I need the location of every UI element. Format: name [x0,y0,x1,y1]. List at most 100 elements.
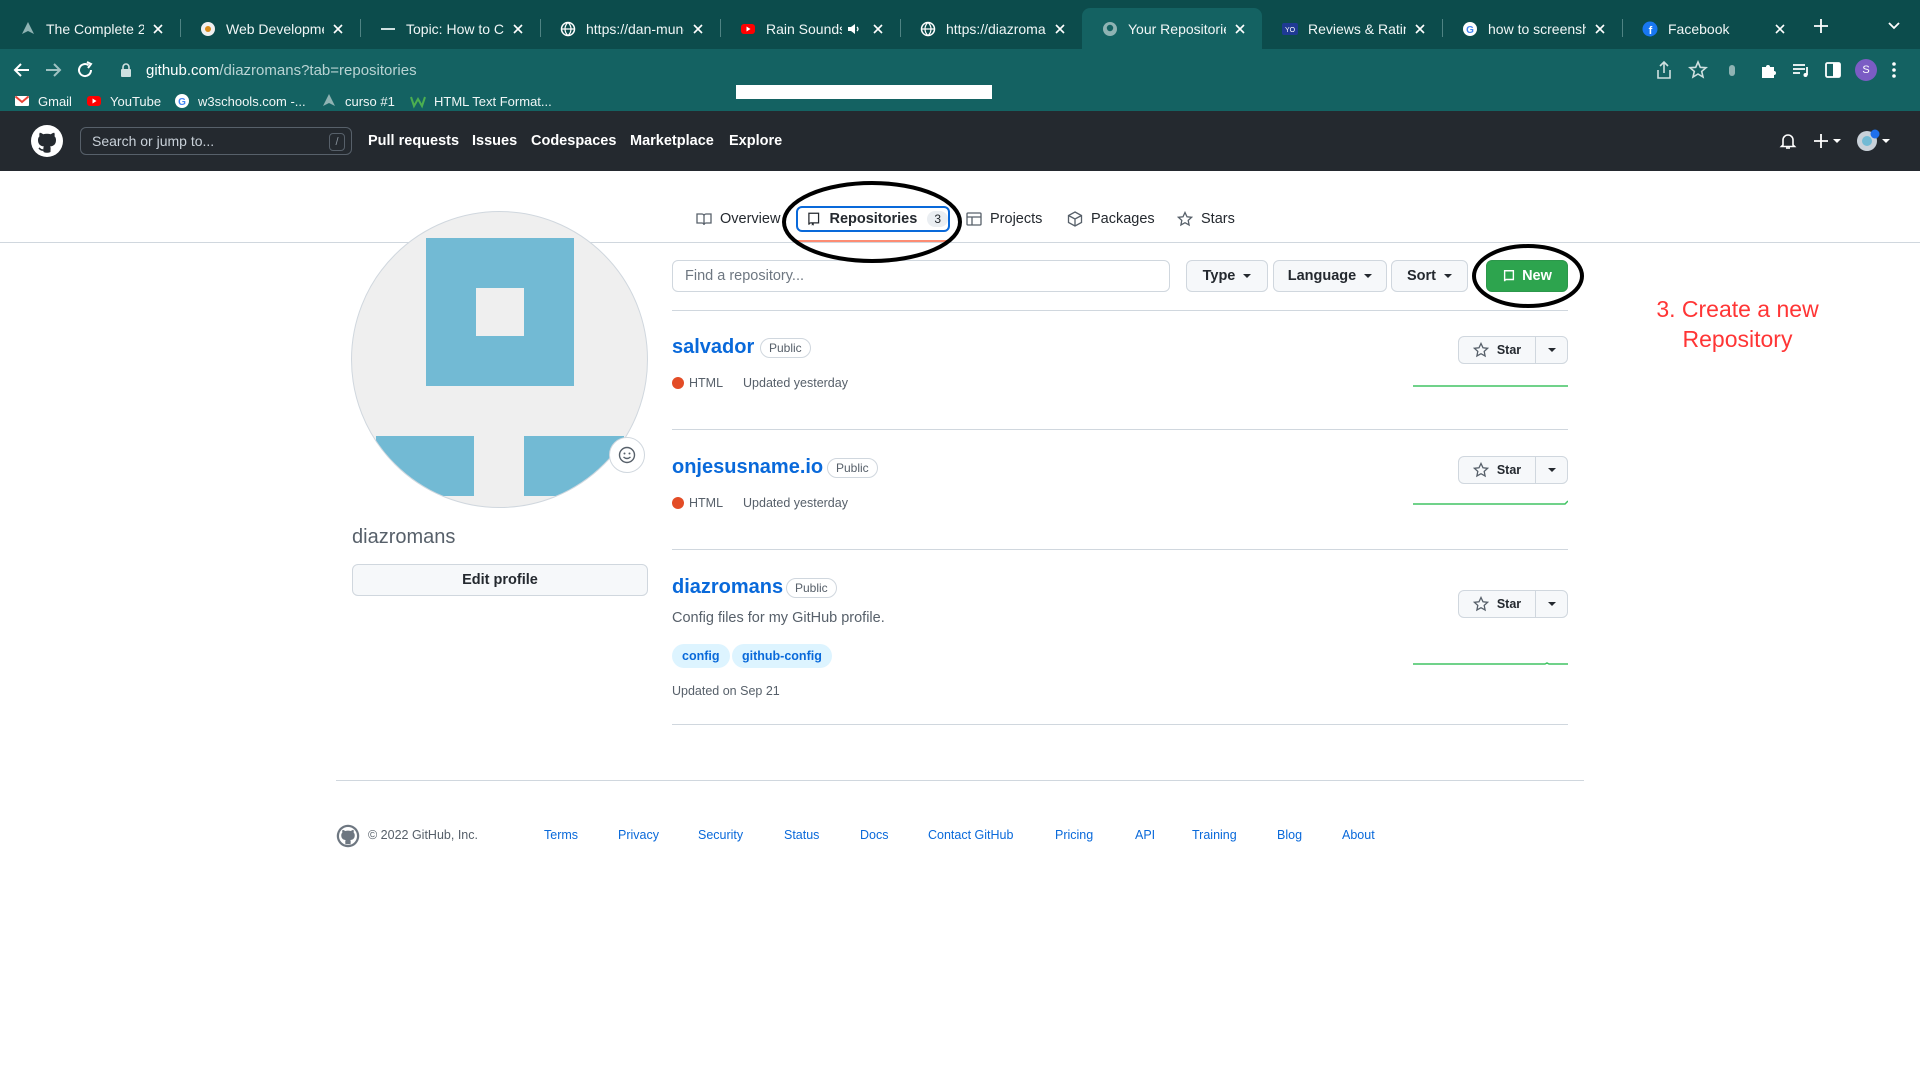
footer-link-api[interactable]: API [1135,828,1155,842]
topic-tag[interactable]: config [672,644,730,668]
browser-tab[interactable]: G how to screenshot o [1442,8,1623,49]
footer-link-privacy[interactable]: Privacy [618,828,659,842]
type-filter-button[interactable]: Type [1186,260,1268,292]
forward-arrow-icon[interactable] [42,59,64,81]
star-list-dropdown[interactable] [1536,337,1567,363]
github-search-input[interactable]: Search or jump to... / [80,127,352,155]
close-tab-icon[interactable] [1232,21,1248,37]
edit-profile-button[interactable]: Edit profile [352,564,648,596]
bookmark-html-text-format[interactable]: HTML Text Format... [410,91,552,111]
close-tab-icon[interactable] [510,21,526,37]
browser-tab[interactable]: The Complete 2022 Web Developm [0,8,181,49]
browser-tab[interactable]: Web Development Course [180,8,361,49]
bookmark-gmail[interactable]: Gmail [14,91,72,111]
browser-tab[interactable]: https://diazromans.g [900,8,1082,49]
topic-tag[interactable]: github-config [732,644,832,668]
keyboard-shortcut-hint: / [329,133,345,151]
browser-profile-avatar[interactable]: S [1855,59,1877,81]
svg-text:f: f [1649,25,1653,37]
github-header: Search or jump to... / Pull requests Iss… [0,111,1920,171]
browser-menu-icon[interactable] [1887,59,1901,81]
bookmark-youtube[interactable]: YouTube [86,91,161,111]
globe-icon [560,21,576,36]
google-icon: G [1463,21,1477,36]
browser-tab-active[interactable]: Your Repositories [1082,8,1262,49]
footer-link-blog[interactable]: Blog [1277,828,1302,842]
browser-tab[interactable]: f Facebook [1622,8,1802,49]
close-tab-icon[interactable] [150,21,166,37]
activity-sparkline [1413,662,1568,665]
repo-name-link[interactable]: diazromans [672,576,783,599]
bookmark-w3schools[interactable]: G w3schools.com -... [174,91,306,111]
bookmark-star-icon[interactable] [1687,59,1709,81]
github-logo-icon[interactable] [31,125,63,157]
language-filter-button[interactable]: Language [1273,260,1387,292]
sort-filter-button[interactable]: Sort [1391,260,1468,292]
close-tab-icon[interactable] [1052,21,1068,37]
tab-search-chevron-icon[interactable] [1886,17,1902,33]
media-queue-icon[interactable] [1790,59,1812,81]
footer-link-contact[interactable]: Contact GitHub [928,828,1013,842]
nav-issues[interactable]: Issues [472,133,517,149]
caret-down-icon [1364,274,1373,278]
footer-link-docs[interactable]: Docs [860,828,888,842]
repo-name-link[interactable]: salvador [672,336,754,359]
close-tab-icon[interactable] [1592,21,1608,37]
w-icon [410,96,426,109]
reload-icon[interactable] [74,59,96,81]
github-mark-icon[interactable] [336,824,360,848]
star-button[interactable]: Star [1459,457,1536,483]
tab-overview[interactable]: Overview [696,208,780,230]
extension-icon[interactable] [1726,59,1738,81]
nav-codespaces[interactable]: Codespaces [531,133,616,149]
close-tab-icon[interactable] [870,21,886,37]
footer-link-pricing[interactable]: Pricing [1055,828,1093,842]
new-tab-icon[interactable] [1811,16,1831,36]
speaker-icon[interactable] [846,21,862,37]
repo-name-link[interactable]: onjesusname.io [672,456,823,479]
profile-avatar[interactable] [351,211,648,508]
browser-tab[interactable]: Rain Sounds for [720,8,901,49]
user-avatar-menu[interactable] [1856,129,1890,153]
close-tab-icon[interactable] [690,21,706,37]
table-icon [966,212,982,226]
notifications-bell-icon[interactable] [1778,131,1798,151]
nav-marketplace[interactable]: Marketplace [630,133,714,149]
language-color-dot [672,497,684,509]
star-icon [1472,596,1489,612]
side-panel-icon[interactable] [1822,59,1844,81]
create-new-plus-icon[interactable] [1813,131,1843,151]
star-icon [1177,211,1193,227]
bookmark-curso[interactable]: curso #1 [321,91,395,111]
tab-packages[interactable]: Packages [1067,208,1155,230]
star-list-dropdown[interactable] [1536,591,1567,617]
footer-link-status[interactable]: Status [784,828,819,842]
address-bar[interactable]: github.com/diazromans?tab=repositories [106,55,1716,85]
star-list-dropdown[interactable] [1536,457,1567,483]
browser-tab[interactable]: Topic: How to Create [360,8,541,49]
lock-icon [121,63,131,77]
extensions-puzzle-icon[interactable] [1758,59,1780,81]
repo-list-item: onjesusname.io Public HTML Updated yeste… [672,456,1568,550]
tab-projects[interactable]: Projects [966,208,1042,230]
google-icon: G [175,94,189,108]
close-tab-icon[interactable] [1412,21,1428,37]
footer-link-about[interactable]: About [1342,828,1375,842]
gmail-icon [14,95,30,106]
set-status-button[interactable] [609,437,645,473]
star-button[interactable]: Star [1459,591,1536,617]
tab-stars[interactable]: Stars [1177,208,1235,230]
package-icon [1067,211,1083,227]
star-button[interactable]: Star [1459,337,1536,363]
nav-pull-requests[interactable]: Pull requests [368,133,459,149]
browser-tab[interactable]: YO Reviews & Ratings [1262,8,1443,49]
share-icon[interactable] [1655,59,1673,81]
footer-link-terms[interactable]: Terms [544,828,578,842]
nav-explore[interactable]: Explore [729,133,782,149]
footer-link-security[interactable]: Security [698,828,743,842]
footer-link-training[interactable]: Training [1192,828,1237,842]
back-arrow-icon[interactable] [11,59,33,81]
browser-tab[interactable]: https://dan-mundy.g [540,8,721,49]
close-tab-icon[interactable] [1772,21,1788,37]
close-tab-icon[interactable] [330,21,346,37]
